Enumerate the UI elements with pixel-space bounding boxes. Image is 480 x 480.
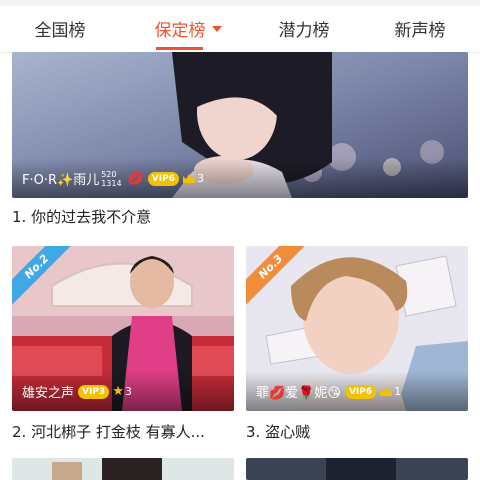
level-number: 1 bbox=[394, 385, 402, 398]
active-tab-indicator bbox=[156, 47, 203, 50]
tab-label: 保定榜 bbox=[154, 21, 206, 41]
rank-card-1[interactable]: F·O·R✨雨儿 520 1314 💋 VIP6 3 bbox=[12, 52, 468, 198]
rank-ribbon: No.3 bbox=[246, 246, 306, 306]
nickname: 罪💋爱🌹妮😘 bbox=[256, 386, 341, 401]
tab-label: 新声榜 bbox=[394, 21, 446, 41]
level-number: 3 bbox=[124, 385, 132, 398]
vip-badge: VIP6 bbox=[147, 171, 179, 186]
tab-label: 潜力榜 bbox=[278, 21, 330, 41]
nickname-numbers: 520 1314 bbox=[101, 170, 121, 188]
crown-icon bbox=[380, 387, 393, 396]
tab-potential[interactable]: 潜力榜 bbox=[272, 16, 336, 41]
rank-card-2[interactable]: No.2 雄安之声 VIP3 ★ 3 bbox=[12, 246, 234, 411]
rank-card-3[interactable]: No.3 罪💋爱🌹妮😘 VIP6 1 bbox=[246, 246, 468, 411]
song-title[interactable]: 2. 河北梆子 打金枝 有寡人... bbox=[12, 421, 234, 442]
nickname-row: 罪💋爱🌹妮😘 VIP6 1 bbox=[256, 382, 401, 401]
level-number: 3 bbox=[196, 172, 204, 185]
rank-tab-bar: 全国榜 保定榜 潜力榜 新声榜 bbox=[0, 0, 480, 53]
rank-badge: No.2 bbox=[12, 246, 72, 306]
lips-icon: 💋 bbox=[127, 171, 144, 186]
rank-card-5[interactable] bbox=[246, 458, 468, 480]
rank-card-4[interactable] bbox=[12, 458, 234, 480]
vip-badge: VIP6 bbox=[344, 384, 377, 399]
star-icon: ★ bbox=[112, 384, 124, 399]
nickname: 雄安之声 bbox=[22, 386, 75, 401]
tab-national[interactable]: 全国榜 bbox=[28, 16, 92, 41]
status-strip bbox=[0, 0, 480, 6]
crown-icon bbox=[182, 174, 195, 183]
song-title[interactable]: 3. 盗心贼 bbox=[246, 421, 468, 442]
vip-badge: VIP3 bbox=[78, 384, 110, 399]
rank-ribbon: No.2 bbox=[12, 246, 72, 306]
tab-label: 全国榜 bbox=[34, 21, 86, 41]
nickname-sub: 1314 bbox=[101, 178, 122, 188]
caret-down-icon bbox=[211, 26, 222, 32]
cover-photo bbox=[246, 458, 468, 480]
cover-photo bbox=[12, 458, 234, 480]
nickname: F·O·R✨雨儿 bbox=[22, 173, 100, 188]
rank-badge: No.3 bbox=[246, 246, 306, 306]
nickname-sup: 520 bbox=[101, 169, 117, 179]
nickname-row: 雄安之声 VIP3 ★ 3 bbox=[22, 382, 132, 401]
song-title[interactable]: 1. 你的过去我不介意 bbox=[12, 206, 468, 227]
tab-baoding[interactable]: 保定榜 bbox=[148, 16, 228, 41]
nickname-row: F·O·R✨雨儿 520 1314 💋 VIP6 3 bbox=[22, 169, 204, 189]
tab-new-voice[interactable]: 新声榜 bbox=[388, 16, 452, 41]
